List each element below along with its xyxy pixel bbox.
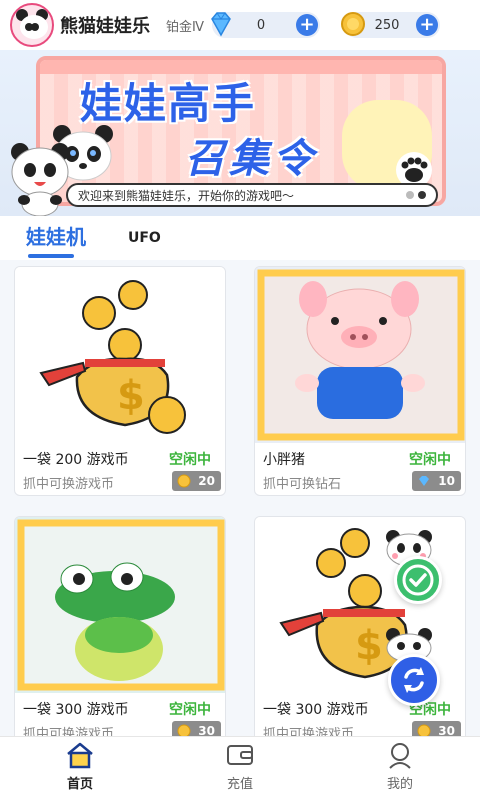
wallet-icon [227, 745, 253, 765]
add-coin-button[interactable]: + [416, 14, 438, 36]
prize-image [255, 267, 465, 443]
prize-name: 小胖猪 [263, 452, 305, 468]
nav-recharge-label: 充值 [226, 777, 253, 792]
top-bar: 熊猫娃娃乐 铂金Ⅳ 0 + 250 + [0, 0, 480, 50]
notice-bar: 欢迎来到熊猫娃娃乐，开始你的游戏吧～ [66, 183, 438, 207]
coin-icon [341, 12, 365, 36]
check-in-button[interactable] [394, 556, 442, 604]
prize-description: 抓中可换游戏币 [23, 477, 115, 492]
play-cost: 10 [438, 474, 455, 488]
notice-text: 欢迎来到熊猫娃娃乐，开始你的游戏吧～ [78, 188, 295, 203]
machine-card[interactable]: $ 30 一袋 300 游戏币 空闲中 抓中可换游戏币 [254, 516, 466, 746]
vip-level: 铂金Ⅳ [166, 19, 204, 35]
svg-text:$: $ [117, 373, 145, 419]
category-tabs: 娃娃机 UFO [0, 216, 480, 260]
carousel-dot[interactable] [406, 191, 414, 199]
refresh-button[interactable] [388, 654, 440, 706]
tab-ufo[interactable]: UFO [128, 230, 161, 260]
diamond-balance: 0 + [211, 12, 320, 38]
app-name: 熊猫娃娃乐 [60, 16, 150, 37]
play-cost: 20 [198, 474, 215, 488]
profile-icon [389, 743, 411, 769]
panda-avatar[interactable] [10, 3, 54, 47]
crocodile-plush-image [15, 517, 225, 693]
svg-text:$: $ [355, 623, 383, 669]
prize-description: 抓中可换钻石 [263, 477, 342, 492]
check-icon [402, 564, 434, 596]
tab-doll-machine[interactable]: 娃娃机 [26, 221, 86, 260]
carousel-dots [406, 191, 426, 199]
coin-bag-image: $ [15, 267, 225, 443]
status-badge: 空闲中 [169, 702, 211, 718]
diamond-icon [419, 476, 430, 486]
nav-home-label: 首页 [66, 777, 93, 792]
coin-balance: 250 + [341, 12, 440, 38]
nav-profile-label: 我的 [386, 777, 413, 792]
carousel-dot-active[interactable] [418, 191, 426, 199]
prize-name: 一袋 300 游戏币 [263, 702, 369, 718]
pig-plush-image [255, 267, 465, 443]
status-badge: 空闲中 [169, 452, 211, 468]
machine-card[interactable]: $ 20 一袋 200 游戏币 空闲中 抓中可换游戏币 [14, 266, 226, 496]
panda-mascot-image [11, 143, 69, 216]
coin-icon [177, 474, 191, 488]
play-cost-badge: 10 [412, 471, 461, 491]
add-diamond-button[interactable]: + [296, 14, 318, 36]
nav-recharge[interactable]: 充值 [160, 737, 320, 800]
nav-profile[interactable]: 我的 [320, 737, 480, 800]
prize-image: $ [15, 267, 225, 443]
prize-image [15, 517, 225, 693]
home-icon [67, 742, 93, 769]
prize-name: 一袋 300 游戏币 [23, 702, 129, 718]
banner-title-line2: 召集令 [185, 136, 317, 182]
refresh-icon [404, 667, 424, 693]
prize-name: 一袋 200 游戏币 [23, 452, 129, 468]
diamond-icon [211, 12, 231, 37]
machine-card[interactable]: 30 一袋 300 游戏币 空闲中 抓中可换游戏币 [14, 516, 226, 746]
nav-home[interactable]: 首页 [0, 737, 160, 800]
status-badge: 空闲中 [409, 452, 451, 468]
machine-card[interactable]: 10 小胖猪 空闲中 抓中可换钻石 [254, 266, 466, 496]
bottom-nav: 首页 充值 我的 [0, 736, 480, 800]
play-cost-badge: 20 [172, 471, 221, 491]
